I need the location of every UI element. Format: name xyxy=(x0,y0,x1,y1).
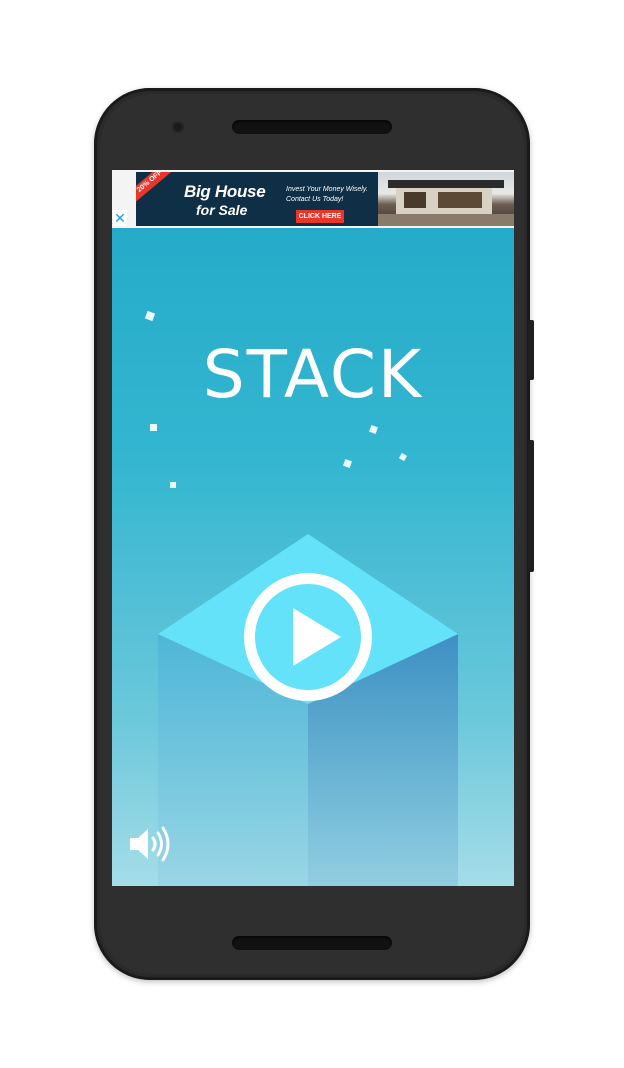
ad-click-button[interactable]: CLICK HERE xyxy=(296,210,344,223)
speaker-icon[interactable] xyxy=(128,826,174,862)
play-button[interactable] xyxy=(244,573,372,701)
ad-title: Big House xyxy=(184,182,266,201)
play-icon xyxy=(293,608,341,666)
ad-tagline-2: Contact Us Today! xyxy=(286,196,344,203)
ad-close-icon[interactable]: ✕ xyxy=(113,210,127,226)
earpiece-speaker xyxy=(232,120,392,134)
ad-discount-ribbon: 20% OFF xyxy=(136,172,176,205)
stack-cube xyxy=(158,534,458,886)
ad-banner-bar[interactable]: ✕ 20% OFF Big House for Sale Invest Your… xyxy=(112,170,514,228)
ad-banner[interactable]: 20% OFF Big House for Sale Invest Your M… xyxy=(136,172,380,226)
ad-subtitle: for Sale xyxy=(196,202,248,218)
bottom-speaker xyxy=(232,936,392,950)
phone-screen: ✕ 20% OFF Big House for Sale Invest Your… xyxy=(112,170,514,886)
game-screen[interactable]: STACK xyxy=(112,228,514,886)
front-camera xyxy=(172,121,184,133)
power-button xyxy=(528,320,534,380)
volume-button xyxy=(528,440,534,572)
ad-house-image[interactable] xyxy=(378,172,514,226)
ad-tagline: Invest Your Money Wisely. xyxy=(286,186,368,193)
